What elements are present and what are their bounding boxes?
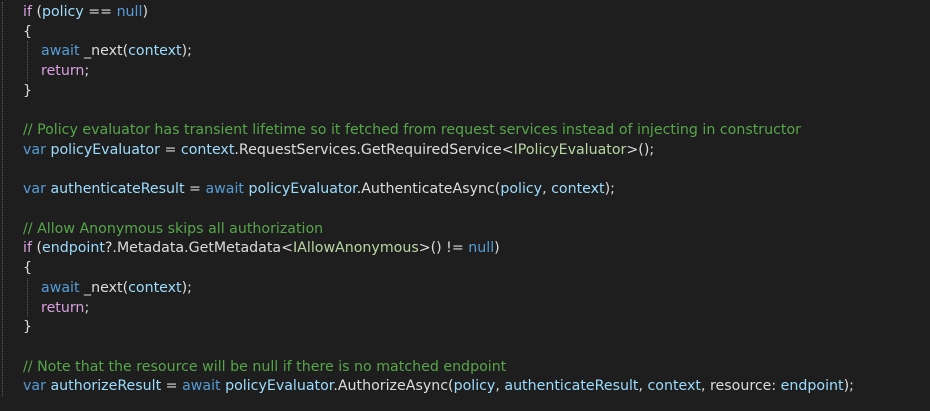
code-editor[interactable]: if (policy == null){ await _next(context… [0, 0, 930, 411]
code-token: authorizeResult [50, 378, 162, 395]
code-line: await _next(context); [23, 278, 192, 298]
code-line: if (policy == null) [23, 2, 148, 22]
code-token: var [23, 141, 46, 158]
code-token: await [41, 43, 80, 60]
code-token: var [23, 181, 46, 198]
code-token: .AuthorizeAsync( [333, 378, 454, 395]
code-line: } [23, 81, 32, 101]
code-token: context [180, 141, 235, 158]
code-token: null [468, 240, 495, 257]
code-token: .RequestServices.GetRequiredService< [234, 141, 514, 158]
code-token: endpoint [41, 240, 105, 257]
code-token: ( [31, 240, 42, 257]
code-token: context [647, 378, 701, 395]
code-token: ?.Metadata.GetMetadata< [104, 240, 293, 257]
indent-guide-outer [2, 2, 3, 396]
code-token: await [41, 279, 80, 296]
code-token: policy [453, 378, 496, 395]
code-line: { [23, 258, 32, 278]
code-line: return; [23, 61, 89, 81]
code-line: // Note that the resource will be null i… [23, 357, 506, 377]
code-token: context [551, 181, 605, 198]
code-token: await [205, 181, 244, 198]
code-line: var authorizeResult = await policyEvalua… [23, 376, 854, 396]
code-token: if [23, 4, 32, 20]
code-token: // Allow Anonymous skips all authorizati… [23, 220, 324, 237]
code-token: { [23, 23, 33, 40]
code-token: = [159, 141, 181, 158]
code-token: policyEvaluator [50, 141, 160, 158]
code-token: ); [843, 378, 854, 395]
code-line: { [23, 22, 32, 42]
code-token: return [41, 63, 85, 80]
code-token: policyEvaluator [248, 181, 357, 198]
code-token: ); [181, 43, 192, 60]
code-token: ( [31, 4, 42, 20]
code-token: >() != [418, 240, 469, 257]
code-token: _next( [79, 43, 129, 60]
code-token: } [23, 82, 33, 99]
code-token: , resource: [700, 378, 781, 395]
code-token: >(); [626, 141, 655, 158]
code-token: var [23, 378, 46, 395]
code-token: authenticateResult [504, 378, 639, 395]
code-token: IPolicyEvaluator [513, 141, 627, 158]
code-token: return [41, 299, 85, 316]
code-token: , [542, 181, 552, 198]
code-token: = [161, 378, 183, 395]
code-token: endpoint [780, 378, 844, 395]
code-line: if (endpoint?.Metadata.GetMetadata<IAllo… [23, 238, 500, 258]
code-token: .AuthenticateAsync( [356, 181, 501, 198]
code-token: policy [500, 181, 543, 198]
code-line: // Policy evaluator has transient lifeti… [23, 120, 801, 140]
code-token: ; [84, 63, 90, 80]
code-token: null [116, 4, 143, 20]
code-token: ); [604, 181, 615, 198]
code-token: == [83, 4, 117, 20]
code-token: , [638, 378, 648, 395]
code-line: var authenticateResult = await policyEva… [23, 179, 615, 199]
code-token: ) [494, 240, 500, 257]
code-line: // Allow Anonymous skips all authorizati… [23, 219, 323, 239]
code-token: await [182, 378, 221, 395]
code-token: context [128, 43, 182, 60]
code-line: await _next(context); [23, 41, 192, 61]
code-token: } [23, 319, 33, 336]
code-token: _next( [79, 279, 129, 296]
code-token: IAllowAnonymous [293, 240, 419, 257]
code-line: } [23, 317, 32, 337]
code-token: if [23, 240, 32, 257]
code-token: ); [181, 279, 192, 296]
code-token: ) [142, 4, 148, 20]
code-token: { [23, 260, 33, 277]
code-token: context [128, 279, 182, 296]
code-line: var policyEvaluator = context.RequestSer… [23, 140, 654, 160]
code-token: ; [84, 299, 90, 316]
code-token: // Policy evaluator has transient lifeti… [23, 122, 801, 139]
code-token: // Note that the resource will be null i… [23, 358, 507, 375]
code-line: return; [23, 298, 89, 318]
code-token: policyEvaluator [225, 378, 334, 395]
code-token: authenticateResult [50, 181, 185, 198]
code-token: policy [41, 4, 84, 20]
code-token: = [184, 181, 206, 198]
